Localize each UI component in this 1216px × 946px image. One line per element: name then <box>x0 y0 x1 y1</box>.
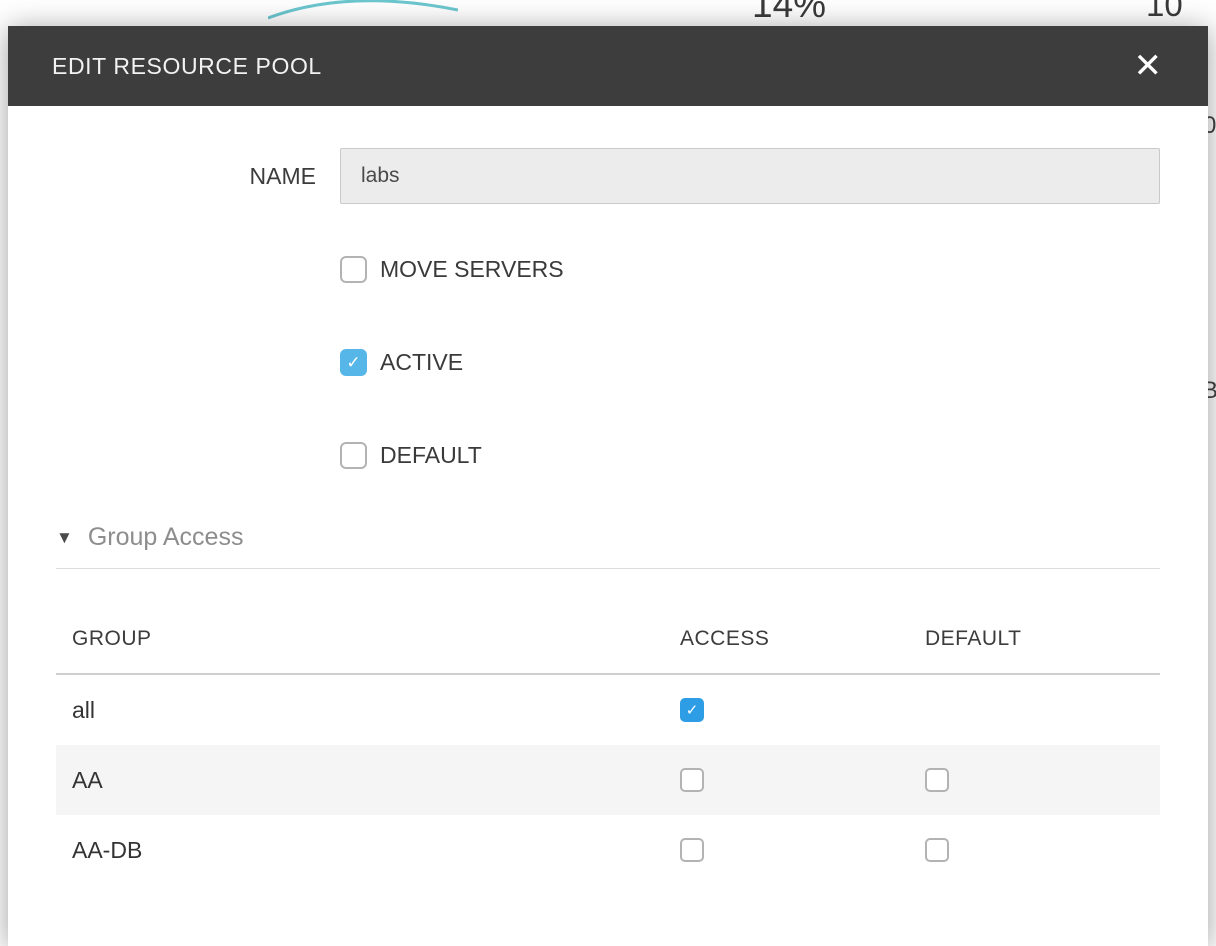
move-servers-checkbox[interactable] <box>340 256 367 283</box>
collapse-chevron-icon[interactable]: ▼ <box>56 528 73 548</box>
close-icon: ✕ <box>1134 47 1163 85</box>
group-access-table: GROUP ACCESS DEFAULT all <box>56 569 1160 885</box>
table-header-row: GROUP ACCESS DEFAULT <box>56 569 1160 674</box>
move-servers-label: MOVE SERVERS <box>380 256 564 283</box>
close-button[interactable]: ✕ <box>1132 49 1165 83</box>
access-checkbox[interactable] <box>680 698 704 722</box>
chart-line-fragment <box>268 0 458 20</box>
default-label: DEFAULT <box>380 442 482 469</box>
default-checkbox-row: DEFAULT <box>340 442 1160 469</box>
group-name-cell: AA <box>56 745 664 815</box>
access-checkbox[interactable] <box>680 838 704 862</box>
name-field-row: NAME <box>56 148 1160 204</box>
active-checkbox-row: ACTIVE <box>340 349 1160 376</box>
edit-resource-pool-modal: EDIT RESOURCE POOL ✕ NAME MOVE SERVERS A… <box>8 26 1208 946</box>
name-input[interactable] <box>340 148 1160 204</box>
default-checkbox[interactable] <box>925 838 949 862</box>
default-checkbox-slot <box>925 768 1160 792</box>
group-access-title: Group Access <box>88 523 244 552</box>
group-name-cell: AA-DB <box>56 815 664 885</box>
column-header-default: DEFAULT <box>909 569 1160 674</box>
column-header-access: ACCESS <box>664 569 909 674</box>
table-row: all <box>56 674 1160 745</box>
background-stat-fragment: 10 <box>1146 0 1183 24</box>
move-servers-checkbox-row: MOVE SERVERS <box>340 256 1160 283</box>
modal-title: EDIT RESOURCE POOL <box>52 53 322 80</box>
group-name-cell: all <box>56 674 664 745</box>
group-access-section-header: ▼ Group Access <box>56 523 1160 569</box>
modal-body: NAME MOVE SERVERS ACTIVE DEFAULT ▼ Group… <box>8 148 1208 885</box>
modal-header: EDIT RESOURCE POOL ✕ <box>8 26 1208 106</box>
active-label: ACTIVE <box>380 349 463 376</box>
access-checkbox[interactable] <box>680 768 704 792</box>
background-stat-fragment: 14% <box>752 0 826 26</box>
default-checkbox-slot <box>925 838 1160 862</box>
name-label: NAME <box>56 163 316 190</box>
default-checkbox[interactable] <box>925 768 949 792</box>
table-row: AA-DB <box>56 815 1160 885</box>
table-row: AA <box>56 745 1160 815</box>
default-checkbox[interactable] <box>340 442 367 469</box>
column-header-group: GROUP <box>56 569 664 674</box>
active-checkbox[interactable] <box>340 349 367 376</box>
